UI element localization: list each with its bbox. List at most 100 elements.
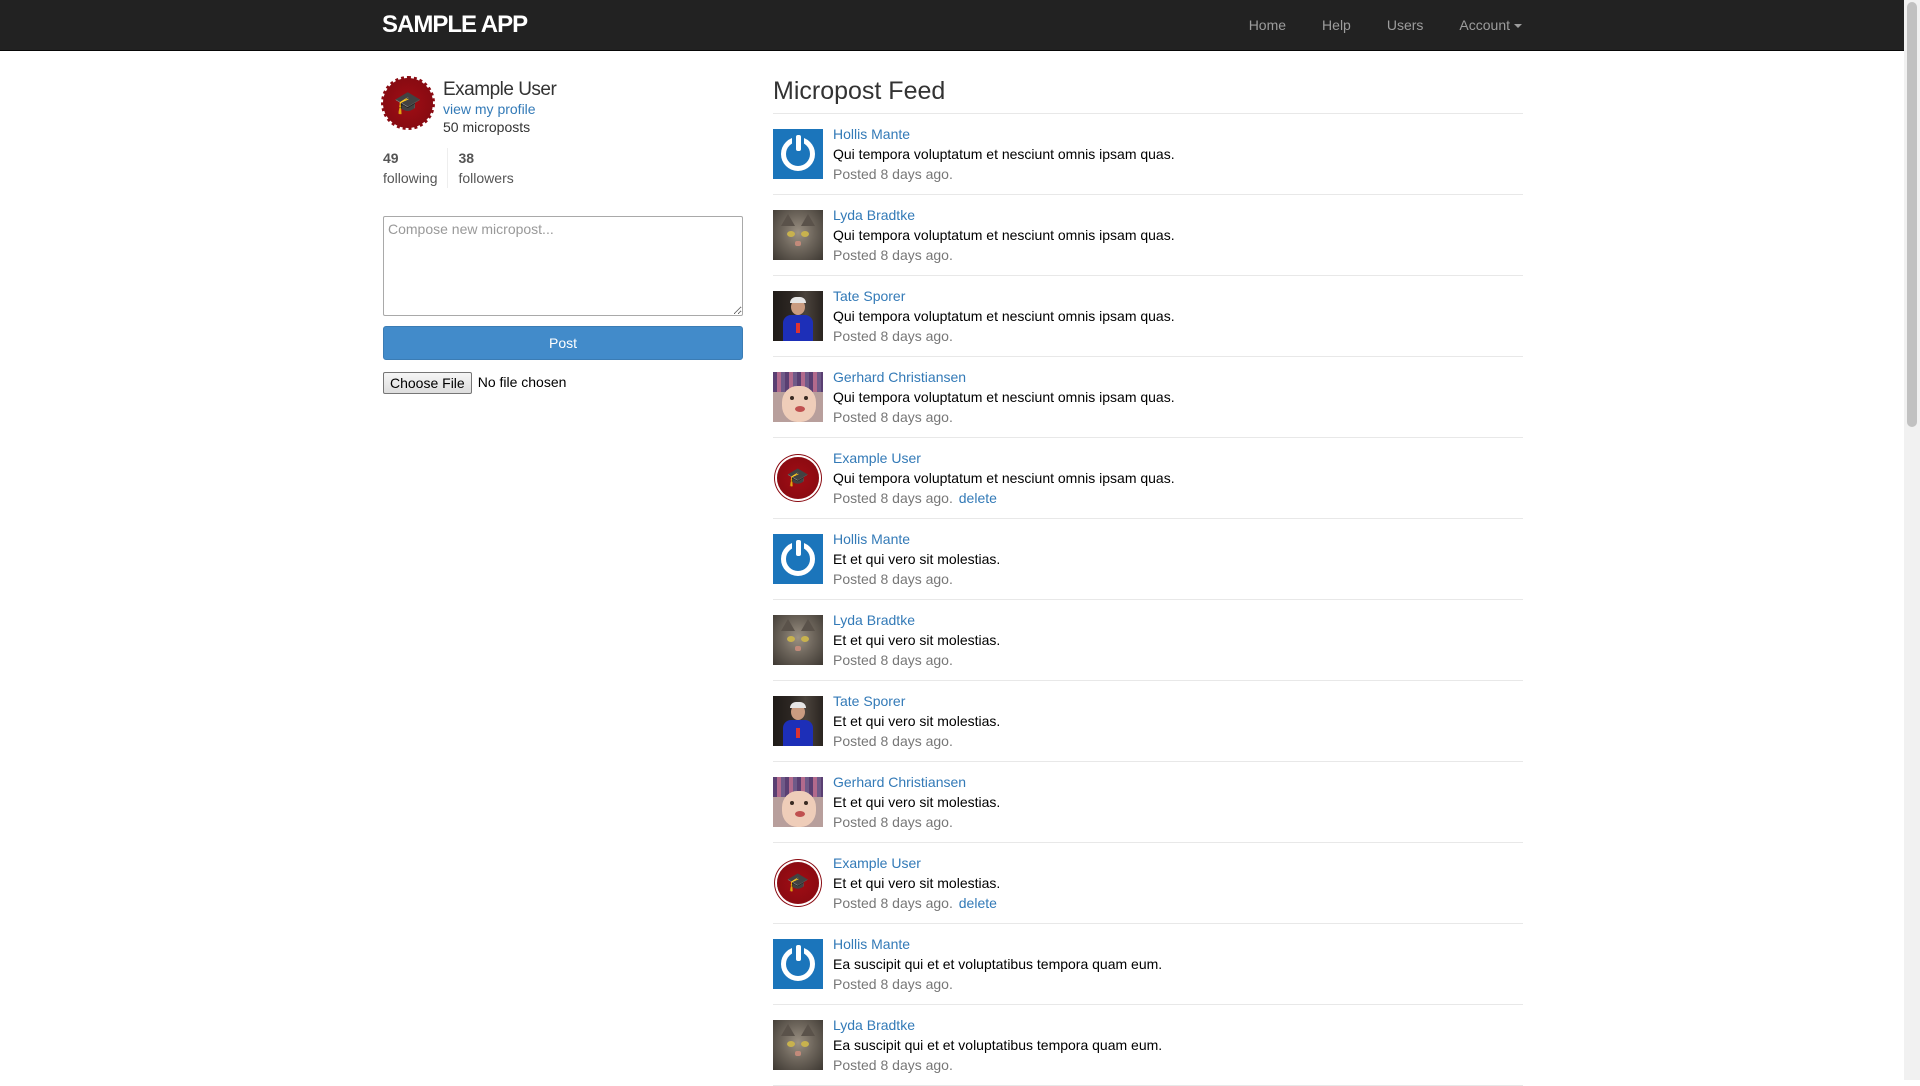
micropost-timestamp: Posted 8 days ago.	[833, 652, 953, 668]
baby-photo-avatar[interactable]	[773, 372, 823, 422]
followers-stat[interactable]: 38 followers	[448, 148, 513, 188]
following-count: 49	[383, 150, 399, 166]
sidebar: 🎓 Example User view my profile 50 microp…	[381, 76, 743, 394]
nav-home-link[interactable]: Home	[1231, 0, 1304, 50]
cat-photo-avatar[interactable]	[773, 210, 823, 260]
brand-logo[interactable]: sample app	[382, 11, 528, 39]
micropost-item: Hollis Mante Qui tempora voluptatum et ne…	[773, 114, 1523, 195]
graduation-cap-icon: 🎓	[777, 457, 819, 499]
micropost-timestamp-row: Posted 8 days ago.	[833, 407, 1175, 427]
following-label: following	[383, 170, 438, 186]
micropost-item: 🎓 Example User Qui tempora voluptatum et n…	[773, 438, 1523, 519]
man-photo-avatar[interactable]	[773, 291, 823, 341]
micropost-content: Gerhard Christiansen Qui tempora voluptat…	[833, 367, 1175, 427]
micropost-timestamp-row: Posted 8 days ago. delete	[833, 488, 1175, 508]
navbar: sample app Home Help Users Account	[0, 0, 1904, 51]
compose-micropost-textarea[interactable]	[383, 216, 743, 316]
micropost-user-link[interactable]: Gerhard Christiansen	[833, 772, 1000, 792]
post-button[interactable]: Post	[383, 326, 743, 360]
micropost-user-link[interactable]: Hollis Mante	[833, 934, 1162, 954]
micropost-text: Qui tempora voluptatum et nesciunt omnis…	[833, 389, 1175, 405]
power-symbol	[781, 537, 815, 576]
power-symbol	[781, 132, 815, 171]
micropost-timestamp: Posted 8 days ago.	[833, 895, 953, 911]
micropost-text: Ea suscipit qui et et voluptatibus tempo…	[833, 956, 1163, 972]
nav-account-dropdown[interactable]: Account	[1441, 0, 1522, 50]
micropost-timestamp: Posted 8 days ago.	[833, 490, 953, 506]
micropost-content: Example User Et et qui vero sit molestias…	[833, 853, 1000, 913]
micropost-text: Et et qui vero sit molestias.	[833, 713, 1001, 729]
power-icon-avatar[interactable]	[773, 534, 823, 584]
choose-file-button[interactable]: Choose File	[383, 372, 472, 394]
micropost-content: Tate Sporer Qui tempora voluptatum et nes…	[833, 286, 1175, 346]
micropost-user-link[interactable]: Example User	[833, 448, 1175, 468]
micropost-timestamp-row: Posted 8 days ago.	[833, 650, 1000, 670]
file-upload: Choose File No file chosen	[383, 372, 566, 394]
micropost-timestamp: Posted 8 days ago.	[833, 247, 953, 263]
micropost-text: Et et qui vero sit molestias.	[833, 632, 1001, 648]
power-icon-avatar[interactable]	[773, 129, 823, 179]
micropost-user-link[interactable]: Lyda Bradtke	[833, 1015, 1162, 1035]
micropost-item: Tate Sporer Qui tempora voluptatum et nes…	[773, 276, 1523, 357]
micropost-timestamp: Posted 8 days ago.	[833, 571, 953, 587]
cat-photo-avatar[interactable]	[773, 1020, 823, 1070]
micropost-timestamp-row: Posted 8 days ago. delete	[833, 893, 1000, 913]
micropost-user-link[interactable]: Tate Sporer	[833, 286, 1175, 306]
micropost-count: 50 microposts	[443, 119, 531, 135]
micropost-text: Ea suscipit qui et et voluptatibus tempo…	[833, 1037, 1163, 1053]
micropost-content: Tate Sporer Et et qui vero sit molestias.…	[833, 691, 1000, 751]
account-label: Account	[1459, 17, 1510, 33]
man-photo-avatar[interactable]	[773, 696, 823, 746]
feed-title: Micropost Feed	[773, 76, 1523, 114]
micropost-user-link[interactable]: Tate Sporer	[833, 691, 1000, 711]
micropost-timestamp-row: Posted 8 days ago.	[833, 164, 1175, 184]
feed-list: Hollis Mante Qui tempora voluptatum et ne…	[773, 114, 1523, 1086]
micropost-content: Hollis Mante Qui tempora voluptatum et ne…	[833, 124, 1175, 184]
micropost-timestamp: Posted 8 days ago.	[833, 409, 953, 425]
caret-down-icon	[1514, 24, 1522, 29]
page-scrollbar[interactable]	[1904, 0, 1920, 1080]
micropost-timestamp-row: Posted 8 days ago.	[833, 812, 1000, 832]
micropost-user-link[interactable]: Hollis Mante	[833, 124, 1175, 144]
micropost-user-link[interactable]: Example User	[833, 853, 1000, 873]
user-stats: 49 following 38 followers	[383, 148, 514, 188]
power-icon-avatar[interactable]	[773, 939, 823, 989]
micropost-text: Qui tempora voluptatum et nesciunt omnis…	[833, 308, 1175, 324]
micropost-timestamp: Posted 8 days ago.	[833, 166, 953, 182]
power-symbol	[781, 942, 815, 981]
micropost-item: Lyda Bradtke Qui tempora voluptatum et ne…	[773, 195, 1523, 276]
nav-links: Home Help Users Account	[1231, 0, 1522, 50]
micropost-content: Gerhard Christiansen Et et qui vero sit m…	[833, 772, 1000, 832]
micropost-timestamp-row: Posted 8 days ago.	[833, 245, 1175, 265]
micropost-text: Et et qui vero sit molestias.	[833, 794, 1001, 810]
micropost-timestamp-row: Posted 8 days ago.	[833, 569, 1000, 589]
micropost-timestamp-row: Posted 8 days ago.	[833, 326, 1175, 346]
micropost-text: Qui tempora voluptatum et nesciunt omnis…	[833, 146, 1175, 162]
user-info: 🎓 Example User view my profile 50 microp…	[381, 76, 743, 140]
delete-micropost-link[interactable]: delete	[959, 895, 997, 911]
following-stat[interactable]: 49 following	[383, 148, 449, 188]
user-avatar[interactable]: 🎓	[381, 76, 435, 130]
micropost-timestamp-row: Posted 8 days ago.	[833, 1055, 1162, 1075]
graduation-seal-avatar[interactable]: 🎓	[773, 453, 823, 503]
micropost-user-link[interactable]: Gerhard Christiansen	[833, 367, 1175, 387]
micropost-timestamp: Posted 8 days ago.	[833, 1057, 953, 1073]
micropost-user-link[interactable]: Lyda Bradtke	[833, 205, 1175, 225]
view-profile-link[interactable]: view my profile	[443, 100, 536, 120]
scrollbar-thumb[interactable]	[1907, 2, 1917, 427]
nav-users-link[interactable]: Users	[1369, 0, 1442, 50]
micropost-user-link[interactable]: Hollis Mante	[833, 529, 1000, 549]
delete-micropost-link[interactable]: delete	[959, 490, 997, 506]
graduation-seal-avatar[interactable]: 🎓	[773, 858, 823, 908]
micropost-feed: Micropost Feed Hollis Mante Qui tempora v…	[773, 76, 1523, 1086]
micropost-item: Hollis Mante Et et qui vero sit molestias…	[773, 519, 1523, 600]
micropost-timestamp: Posted 8 days ago.	[833, 328, 953, 344]
cat-photo-avatar[interactable]	[773, 615, 823, 665]
micropost-text: Et et qui vero sit molestias.	[833, 551, 1001, 567]
micropost-item: 🎓 Example User Et et qui vero sit molestia…	[773, 843, 1523, 924]
nav-help-link[interactable]: Help	[1304, 0, 1369, 50]
micropost-content: Hollis Mante Ea suscipit qui et et volupt…	[833, 934, 1162, 994]
micropost-user-link[interactable]: Lyda Bradtke	[833, 610, 1000, 630]
baby-photo-avatar[interactable]	[773, 777, 823, 827]
micropost-content: Example User Qui tempora voluptatum et ne…	[833, 448, 1175, 508]
